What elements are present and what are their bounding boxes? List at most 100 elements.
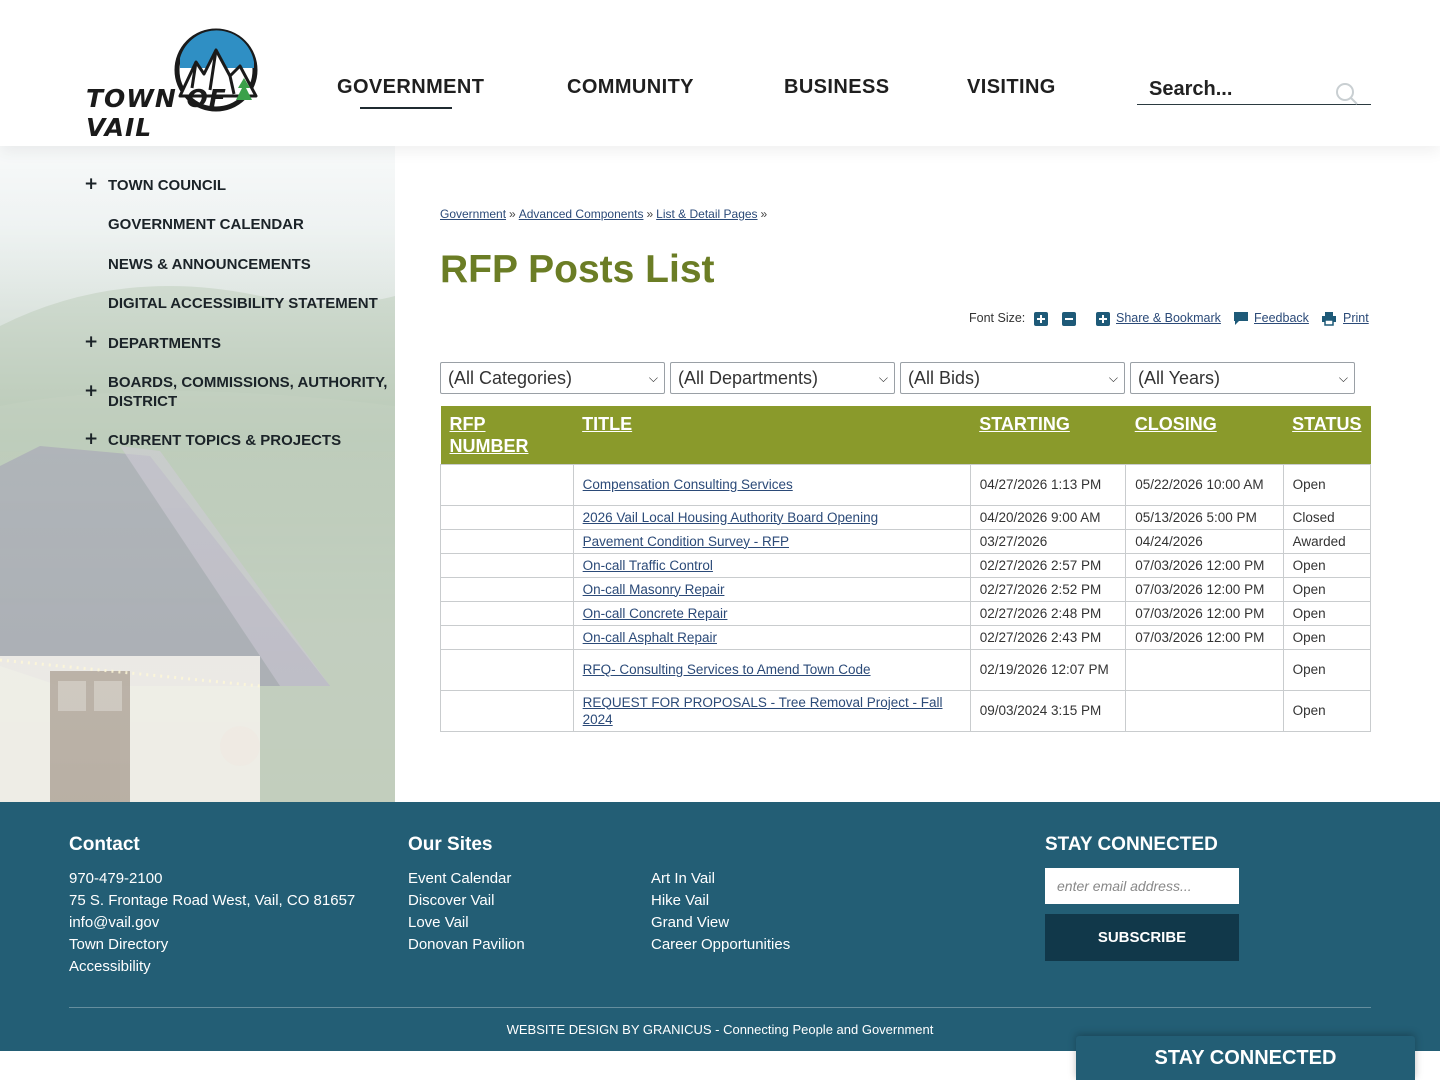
status-cell: Open [1282, 624, 1372, 650]
expand-town-council-icon[interactable]: + [84, 174, 98, 194]
closing-cell: 04/24/2026 [1125, 528, 1284, 554]
rfp-number-cell [440, 689, 574, 732]
category-filter-select[interactable]: (All Categories) ⌵ [440, 362, 665, 394]
sidebar-item-current-topics[interactable]: CURRENT TOPICS & PROJECTS [108, 431, 341, 450]
breadcrumb-separator: » [646, 207, 654, 221]
status-cell: Open [1282, 689, 1372, 732]
starting-cell: 04/20/2026 9:00 AM [969, 504, 1127, 530]
sidebar-item-digital-accessibility[interactable]: DIGITAL ACCESSIBILITY STATEMENT [108, 294, 378, 313]
contact-email-link[interactable]: info@vail.gov [69, 914, 159, 931]
stay-connected-tab[interactable]: STAY CONNECTED [1076, 1036, 1415, 1080]
search-box [1137, 74, 1371, 105]
font-increase-icon[interactable] [1034, 312, 1048, 326]
table-row: Pavement Condition Survey - RFP 03/27/20… [440, 528, 1372, 554]
nav-visiting[interactable]: VISITING [967, 76, 1056, 99]
col-header-status[interactable]: STATUS [1283, 406, 1371, 464]
site-link-art-in-vail[interactable]: Art In Vail [651, 870, 715, 887]
status-cell: Open [1282, 463, 1372, 506]
site-link-love-vail[interactable]: Love Vail [408, 914, 469, 931]
sidebar-item-government-calendar[interactable]: GOVERNMENT CALENDAR [108, 215, 304, 234]
footer-credit: WEBSITE DESIGN BY GRANICUS - Connecting … [506, 1022, 934, 1037]
rfp-title-link[interactable]: On-call Traffic Control [583, 558, 713, 573]
department-filter-select[interactable]: (All Departments) ⌵ [670, 362, 895, 394]
title-cell: Compensation Consulting Services [572, 463, 971, 506]
closing-cell: 07/03/2026 12:00 PM [1125, 576, 1284, 602]
sidebar-item-boards-commissions[interactable]: BOARDS, COMMISSIONS, AUTHORITY, DISTRICT [108, 373, 388, 411]
search-icon[interactable] [1335, 82, 1359, 106]
rfp-number-cell [440, 504, 574, 530]
closing-cell [1125, 689, 1284, 732]
col-header-title[interactable]: TITLE [573, 406, 971, 464]
rfp-table: RFP NUMBER TITLE STARTING CLOSING STATUS… [440, 406, 1372, 732]
site-link-career-opportunities[interactable]: Career Opportunities [651, 936, 790, 953]
expand-boards-icon[interactable]: + [84, 381, 98, 401]
our-sites-heading: Our Sites [408, 834, 493, 855]
category-filter-value: (All Categories) [448, 368, 573, 388]
share-plus-icon[interactable] [1096, 312, 1110, 326]
col-header-starting[interactable]: STARTING [970, 406, 1126, 464]
expand-departments-icon[interactable]: + [84, 332, 98, 352]
town-directory-link[interactable]: Town Directory [69, 936, 168, 953]
town-of-vail-logo[interactable]: TOWN OF VAIL [84, 28, 268, 142]
rfp-title-link[interactable]: REQUEST FOR PROPOSALS - Tree Removal Pro… [583, 695, 943, 727]
font-decrease-icon[interactable] [1062, 312, 1076, 326]
print-icon[interactable] [1321, 311, 1337, 326]
sidebar-item-news-announcements[interactable]: NEWS & ANNOUNCEMENTS [108, 255, 311, 274]
sidebar-overlay [0, 146, 395, 802]
site-footer: Contact 970-479-2100 75 S. Frontage Road… [0, 802, 1440, 1051]
site-link-event-calendar[interactable]: Event Calendar [408, 870, 511, 887]
chevron-down-icon: ⌵ [1338, 371, 1348, 385]
logo-wordmark: TOWN OF VAIL [86, 84, 227, 142]
subscribe-button[interactable]: SUBSCRIBE [1045, 914, 1239, 961]
font-size-label: Font Size: [969, 311, 1026, 325]
accessibility-link[interactable]: Accessibility [69, 958, 151, 975]
sidebar-item-town-council[interactable]: TOWN COUNCIL [108, 176, 226, 195]
breadcrumb-advanced-components[interactable]: Advanced Components [519, 207, 644, 221]
department-filter-value: (All Departments) [678, 368, 819, 388]
closing-cell: 05/13/2026 5:00 PM [1125, 504, 1284, 530]
rfp-title-link[interactable]: On-call Masonry Repair [583, 582, 725, 597]
title-cell: RFQ- Consulting Services to Amend Town C… [572, 648, 971, 691]
site-link-grand-view[interactable]: Grand View [651, 914, 729, 931]
site-link-discover-vail[interactable]: Discover Vail [408, 892, 494, 909]
rfp-number-cell [440, 576, 574, 602]
contact-phone-link[interactable]: 970-479-2100 [69, 870, 162, 887]
bids-filter-select[interactable]: (All Bids) ⌵ [900, 362, 1125, 394]
title-cell: REQUEST FOR PROPOSALS - Tree Removal Pro… [572, 689, 971, 732]
site-link-hike-vail[interactable]: Hike Vail [651, 892, 709, 909]
breadcrumb-separator: » [760, 207, 768, 221]
rfp-title-link[interactable]: Compensation Consulting Services [583, 477, 793, 492]
nav-community[interactable]: COMMUNITY [567, 76, 694, 99]
nav-business[interactable]: BUSINESS [784, 76, 889, 99]
rfp-title-link[interactable]: 2026 Vail Local Housing Authority Board … [583, 510, 878, 525]
breadcrumb-government[interactable]: Government [440, 207, 506, 221]
col-header-closing[interactable]: CLOSING [1125, 406, 1284, 464]
site-link-donovan-pavilion[interactable]: Donovan Pavilion [408, 936, 525, 953]
col-header-rfp-number[interactable]: RFP NUMBER [440, 406, 574, 464]
sidebar: + TOWN COUNCIL GOVERNMENT CALENDAR NEWS … [0, 146, 395, 802]
print-link[interactable]: Print [1343, 311, 1369, 329]
share-bookmark-link[interactable]: Share & Bookmark [1116, 311, 1221, 329]
nav-government[interactable]: GOVERNMENT [337, 76, 484, 99]
starting-cell: 09/03/2024 3:15 PM [969, 689, 1127, 732]
starting-cell: 03/27/2026 [969, 528, 1127, 554]
rfp-number-cell [440, 600, 574, 626]
rfp-title-link[interactable]: RFQ- Consulting Services to Amend Town C… [583, 662, 871, 677]
page-title: RFP Posts List [440, 248, 715, 291]
feedback-icon[interactable] [1233, 311, 1249, 326]
expand-current-topics-icon[interactable]: + [84, 429, 98, 449]
rfp-title-link[interactable]: Pavement Condition Survey - RFP [583, 534, 789, 549]
sidebar-item-departments[interactable]: DEPARTMENTS [108, 334, 221, 353]
breadcrumb-list-detail-pages[interactable]: List & Detail Pages [656, 207, 757, 221]
search-input[interactable] [1149, 76, 1329, 102]
years-filter-select[interactable]: (All Years) ⌵ [1130, 362, 1355, 394]
rfp-title-link[interactable]: On-call Concrete Repair [583, 606, 728, 621]
status-cell: Open [1282, 600, 1372, 626]
rfp-number-cell [440, 552, 574, 578]
starting-cell: 02/27/2026 2:48 PM [969, 600, 1127, 626]
chevron-down-icon: ⌵ [878, 371, 888, 385]
email-field[interactable] [1045, 868, 1239, 904]
rfp-title-link[interactable]: On-call Asphalt Repair [583, 630, 717, 645]
status-cell: Open [1282, 648, 1372, 691]
feedback-link[interactable]: Feedback [1254, 311, 1309, 329]
